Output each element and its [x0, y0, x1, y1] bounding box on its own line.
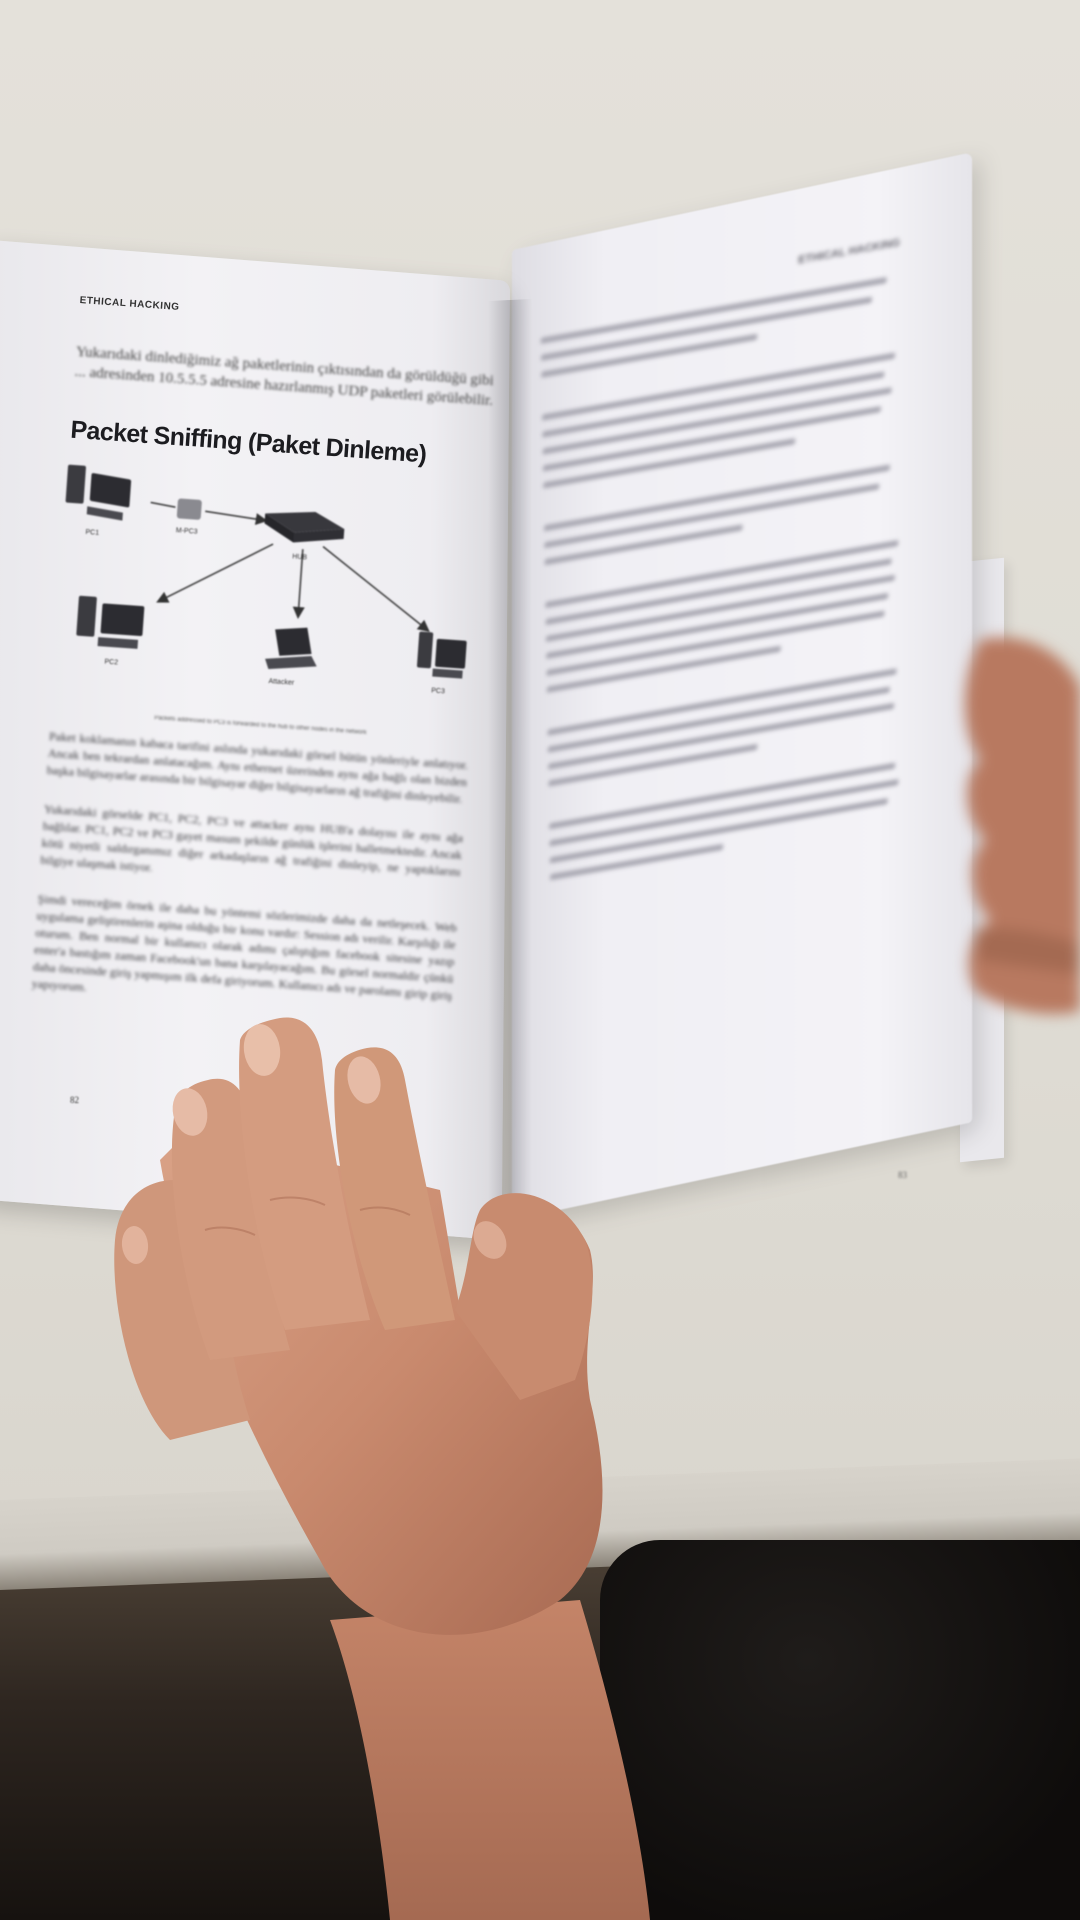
forearm	[330, 1600, 650, 1920]
holding-hand	[114, 1017, 650, 1920]
photo-scene: ETHICAL HACKING Yukarıdaki dinlediğimiz …	[0, 0, 1080, 1920]
